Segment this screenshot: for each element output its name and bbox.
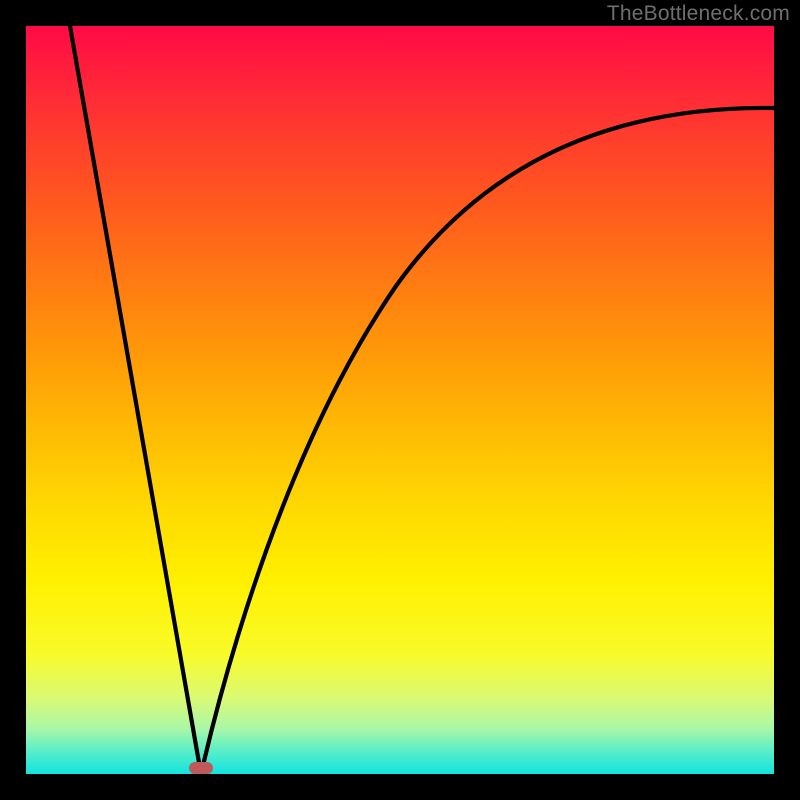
curve-left-branch bbox=[70, 26, 201, 774]
watermark-text: TheBottleneck.com bbox=[607, 2, 790, 26]
bottleneck-curve bbox=[26, 26, 774, 774]
chart-plot-area bbox=[26, 26, 774, 774]
minimum-marker bbox=[189, 762, 213, 774]
curve-right-branch bbox=[201, 108, 774, 774]
